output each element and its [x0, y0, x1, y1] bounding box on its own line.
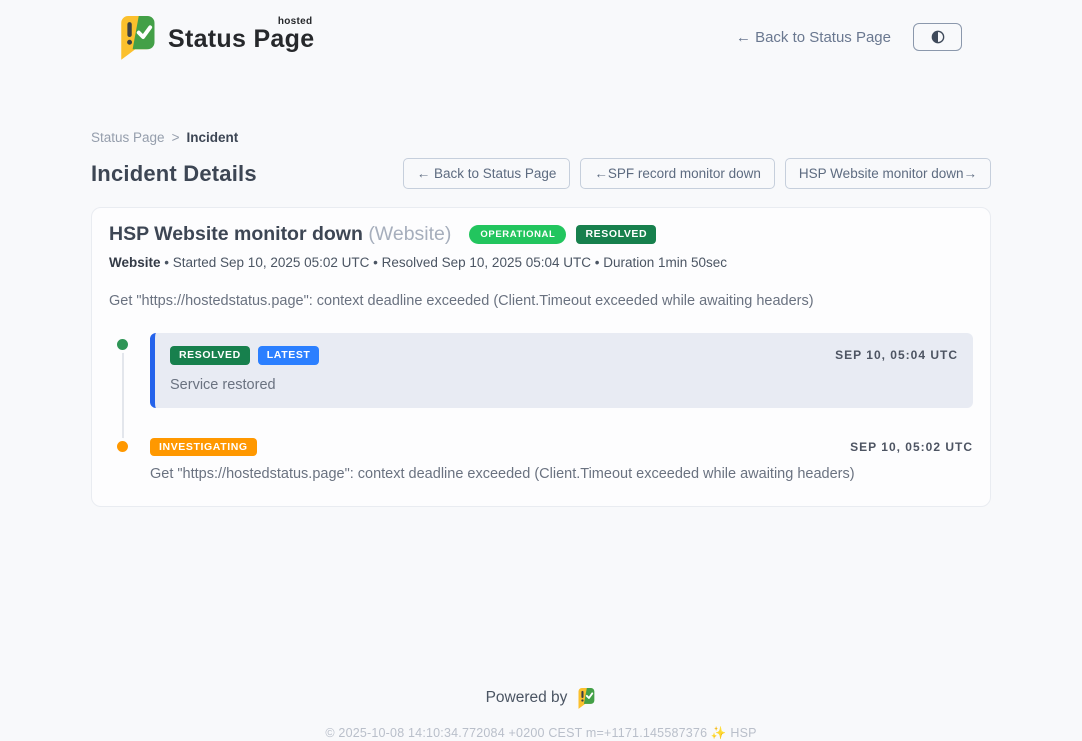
powered-by: Powered by: [0, 687, 1082, 709]
resolved-status-badge: RESOLVED: [576, 225, 656, 244]
logo-title: Status Page: [168, 25, 314, 54]
contrast-icon: [930, 29, 946, 45]
incident-meta-details: • Started Sep 10, 2025 05:02 UTC • Resol…: [164, 255, 727, 270]
page-title: Incident Details: [91, 161, 257, 187]
timeline-timestamp: SEP 10, 05:02 UTC: [850, 440, 973, 454]
incident-service-label: (Website): [368, 223, 451, 245]
theme-toggle-button[interactable]: [913, 23, 962, 51]
operational-status-badge: OPERATIONAL: [469, 225, 566, 245]
status-page-logo-icon: [116, 14, 158, 60]
timeline-message: Get "https://hostedstatus.page": context…: [150, 466, 973, 482]
breadcrumb: Status Page > Incident: [91, 130, 991, 145]
main-content: Status Page > Incident Incident Details ← …: [91, 130, 991, 507]
logo[interactable]: hosted Status Page: [116, 14, 314, 60]
timeline-resolved-badge: RESOLVED: [170, 346, 250, 365]
back-to-status-page-link[interactable]: ← Back to Status Page: [736, 29, 891, 46]
breadcrumb-separator: >: [172, 130, 180, 145]
timeline-entry-resolved: RESOLVED LATEST SEP 10, 05:04 UTC Servic…: [109, 333, 973, 408]
timeline-entry-investigating: INVESTIGATING SEP 10, 05:02 UTC Get "htt…: [109, 438, 973, 483]
prev-incident-button[interactable]: ←SPF record monitor down: [580, 158, 775, 189]
footer: Powered by © 2025-10-08 14:10:34.772084 …: [0, 687, 1082, 741]
timeline-latest-badge: LATEST: [258, 346, 320, 365]
next-incident-button[interactable]: HSP Website monitor down→: [785, 158, 991, 189]
incident-title: HSP Website monitor down: [109, 223, 363, 245]
incident-meta: Website • Started Sep 10, 2025 05:02 UTC…: [109, 255, 973, 270]
incident-nav-buttons: ← Back to Status Page ←SPF record monito…: [403, 158, 991, 189]
copyright-text: © 2025-10-08 14:10:34.772084 +0200 CEST …: [0, 726, 1082, 741]
timeline-investigating-badge: INVESTIGATING: [150, 438, 257, 457]
timeline-dot-resolved: [114, 336, 131, 353]
powered-by-label: Powered by: [486, 689, 568, 707]
back-to-status-page-button[interactable]: ← Back to Status Page: [403, 158, 571, 189]
incident-timeline: RESOLVED LATEST SEP 10, 05:04 UTC Servic…: [109, 333, 973, 482]
incident-card: HSP Website monitor down (Website) OPERA…: [91, 207, 991, 507]
incident-service-name: Website: [109, 255, 161, 270]
timeline-dot-investigating: [114, 438, 131, 455]
incident-description: Get "https://hostedstatus.page": context…: [109, 293, 973, 309]
header: hosted Status Page ← Back to Status Page: [0, 0, 1082, 60]
timeline-timestamp: SEP 10, 05:04 UTC: [835, 348, 958, 362]
powered-by-logo-icon[interactable]: [576, 687, 596, 709]
timeline-message: Service restored: [170, 377, 958, 393]
breadcrumb-current: Incident: [186, 130, 238, 145]
breadcrumb-status-page[interactable]: Status Page: [91, 130, 165, 145]
